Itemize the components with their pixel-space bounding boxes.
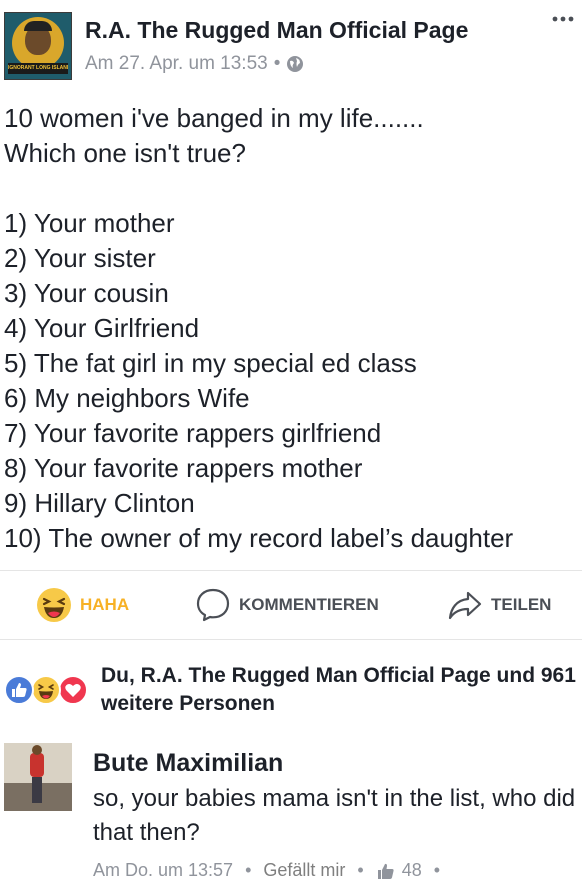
more-dots-icon[interactable] [552,10,574,22]
comment-like-link[interactable]: Gefällt mir [263,860,345,881]
reactions-summary-text[interactable]: Du, R.A. The Rugged Man Official Page un… [101,662,579,718]
thumbs-up-icon [376,861,396,881]
list-item: 8) Your favorite rappers mother [4,453,363,483]
post-timestamp[interactable]: Am 27. Apr. um 13:53 [85,53,268,75]
meta-separator: • [245,860,252,880]
comment: Bute Maximilian so, your babies mama isn… [0,740,582,885]
list-item: 3) Your cousin [4,278,169,308]
list-item: 4) Your Girlfriend [4,313,200,343]
avatar-banner: IGNORANT LONG ISLAND GUY'S [8,63,68,74]
share-label: TEILEN [491,595,552,614]
post-line: 10 women i've banged in my life....... [4,103,424,133]
action-bar: HAHA KOMMENTIEREN TEILEN [0,571,582,638]
list-item: 9) Hillary Clinton [4,488,195,518]
comment-label: KOMMENTIEREN [239,595,379,614]
page-avatar[interactable]: IGNORANT LONG ISLAND GUY'S [4,12,72,80]
comment-author[interactable]: Bute Maximilian [93,749,283,778]
reactions-summary[interactable]: Du, R.A. The Rugged Man Official Page un… [0,650,582,730]
list-item: 2) Your sister [4,243,156,273]
meta-separator: • [273,53,281,74]
comment-meta: Am Do. um 13:57 • Gefällt mir • 48 • [93,860,452,881]
avatar-photo-head [32,745,42,755]
globe-icon [286,55,304,73]
comment-like-count[interactable]: 48 [376,860,422,881]
list-item: 10) The owner of my record label’s daugh… [4,523,514,553]
comment-avatar[interactable] [4,743,72,811]
comment-button[interactable]: KOMMENTIEREN [195,587,379,623]
haha-label: HAHA [80,595,130,614]
meta-separator: • [357,860,364,880]
list-item: 7) Your favorite rappers girlfriend [4,418,382,448]
meta-separator: • [433,860,441,880]
share-arrow-icon [447,587,483,623]
avatar-photo-person [30,753,44,777]
love-reaction-icon [58,675,88,705]
haha-emoji-icon [36,587,72,623]
post-body: 10 women i've banged in my life....... W… [4,101,578,556]
avatar-photo-legs [32,777,42,803]
haha-button[interactable]: HAHA [36,587,129,623]
list-item: 5) The fat girl in my special ed class [4,348,417,378]
post-line-blank [4,171,578,206]
post-meta: Am 27. Apr. um 13:53 • [85,53,304,75]
divider [0,639,582,640]
post-header: IGNORANT LONG ISLAND GUY'S R.A. The Rugg… [0,0,582,90]
comment-text: so, your babies mama isn't in the list, … [93,785,576,846]
list-item: 1) Your mother [4,208,175,238]
like-count-value: 48 [401,860,422,880]
page-name-link[interactable]: R.A. The Rugged Man Official Page [85,17,468,44]
post-line: Which one isn't true? [4,138,246,168]
comment-timestamp[interactable]: Am Do. um 13:57 [93,860,233,881]
comment-bubble-icon [195,587,231,623]
reaction-icons [4,675,90,705]
share-button[interactable]: TEILEN [447,587,551,623]
avatar-cap [24,21,52,31]
list-item: 6) My neighbors Wife [4,383,250,413]
like-reaction-icon [4,675,34,705]
haha-reaction-icon [31,675,61,705]
